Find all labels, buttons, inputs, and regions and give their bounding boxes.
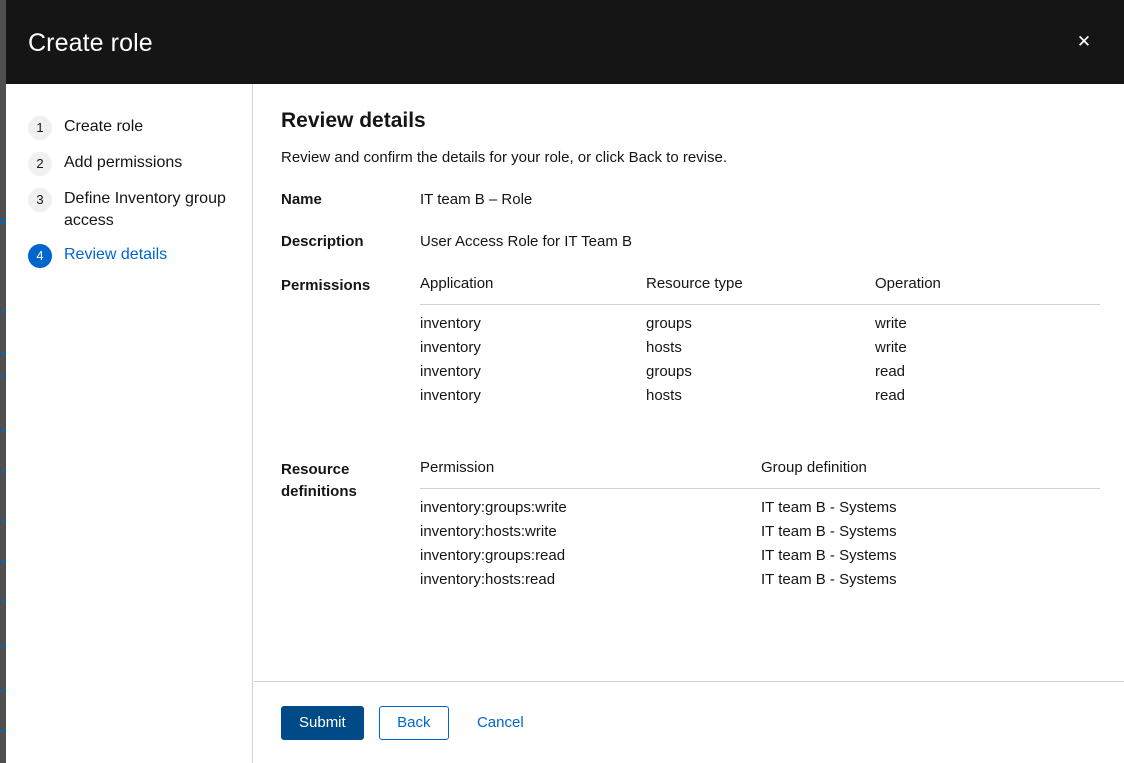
- resource-definitions-block: Resource definitions Permission Group def…: [281, 458, 1100, 592]
- permissions-table-cell: groups: [646, 315, 692, 332]
- permissions-table-column-header: Application: [420, 274, 646, 305]
- resource-definitions-table-cell: IT team B - Systems: [761, 523, 897, 540]
- permissions-table-cell: hosts: [646, 387, 682, 404]
- resource-definitions-table-cell: inventory:hosts:read: [420, 571, 556, 588]
- permissions-table-row: inventory hosts write: [420, 336, 1100, 360]
- detail-value: IT team B – Role: [420, 191, 533, 208]
- detail-row: Name IT team B – Role: [281, 190, 1100, 210]
- wizard-main-content: Review details Review and confirm the de…: [254, 84, 1124, 681]
- resource-definitions-table-row: inventory:hosts:write IT team B - Systems: [420, 520, 1100, 544]
- resource-definitions-table-cell: inventory:hosts:write: [420, 523, 557, 540]
- wizard-header: Create role ✕: [6, 0, 1124, 84]
- resource-definitions-table-body: inventory:groups:write IT team B - System…: [420, 489, 1100, 593]
- permissions-table-column-header: Operation: [875, 274, 1100, 305]
- permissions-table-body: inventory groups write inventory hosts write i…: [420, 305, 1100, 409]
- permissions-table-cell: write: [875, 339, 907, 356]
- page-title: Review details: [281, 109, 426, 132]
- permissions-table-row: inventory groups read: [420, 360, 1100, 384]
- create-role-wizard-modal: Create role ✕ 1 Create role 2 Add permissio…: [6, 0, 1124, 763]
- permissions-table-column-header: Resource type: [646, 274, 875, 305]
- permissions-table-cell: inventory: [420, 363, 481, 380]
- resource-definitions-table-column-header: Permission: [420, 458, 761, 489]
- resource-definitions-table-cell: inventory:groups:write: [420, 499, 567, 516]
- resource-definitions-table-row: inventory:hosts:read IT team B - Systems: [420, 568, 1100, 592]
- permissions-table-cell: inventory: [420, 315, 481, 332]
- resource-definitions-table-row: inventory:groups:read IT team B - Systems: [420, 544, 1100, 568]
- permissions-table-header-row: Application Resource type Operation: [420, 274, 1100, 305]
- resource-definitions-table-cell: inventory:groups:read: [420, 547, 566, 564]
- cancel-button[interactable]: Cancel: [465, 707, 536, 739]
- permissions-label: Permissions: [281, 277, 371, 294]
- resource-definitions-table-header-row: Permission Group definition: [420, 458, 1100, 489]
- permissions-table: Application Resource type Operation invent…: [420, 274, 1100, 408]
- detail-label: Description: [281, 233, 364, 250]
- resource-definitions-table: Permission Group definition inventory:gro…: [420, 458, 1100, 592]
- detail-value: User Access Role for IT Team B: [420, 233, 633, 250]
- permissions-table-cell: read: [875, 387, 906, 404]
- permissions-block: Permissions Application Resource type Oper…: [281, 274, 1100, 408]
- wizard-step-number: 1: [28, 116, 52, 140]
- permissions-table-cell: groups: [646, 363, 692, 380]
- permissions-table-cell: write: [875, 315, 907, 332]
- wizard-step-number: 4: [28, 244, 52, 268]
- permissions-table-cell: inventory: [420, 339, 481, 356]
- wizard-step-number: 2: [28, 152, 52, 176]
- wizard-step-3[interactable]: 3 Define Inventory group access: [6, 182, 252, 238]
- wizard-step-4[interactable]: 4 Review details: [6, 238, 252, 274]
- close-icon[interactable]: ✕: [1068, 26, 1100, 58]
- wizard-body: 1 Create role 2 Add permissions 3 Define Inve…: [6, 84, 1124, 763]
- wizard-title: Create role: [28, 29, 153, 57]
- resource-definitions-table-cell: IT team B - Systems: [761, 499, 897, 516]
- permissions-table-cell: inventory: [420, 387, 481, 404]
- wizard-step-1[interactable]: 1 Create role: [6, 110, 252, 146]
- detail-label: Name: [281, 191, 322, 208]
- back-button[interactable]: Back: [379, 706, 449, 740]
- resource-definitions-table-row: inventory:groups:write IT team B - System…: [420, 489, 1100, 521]
- wizard-step-number: 3: [28, 188, 52, 212]
- permissions-table-row: inventory groups write: [420, 305, 1100, 337]
- wizard-step-2[interactable]: 2 Add permissions: [6, 146, 252, 182]
- resource-definitions-table-column-header: Group definition: [761, 458, 1100, 489]
- permissions-table-row: inventory hosts read: [420, 384, 1100, 408]
- permissions-table-cell: read: [875, 363, 906, 380]
- wizard-step-label: Review details: [64, 246, 168, 263]
- resource-definitions-label: Resource definitions: [281, 461, 357, 500]
- wizard-step-label: Define Inventory group access: [64, 190, 226, 229]
- wizard-step-nav: 1 Create role 2 Add permissions 3 Define Inve…: [6, 84, 253, 763]
- wizard-step-label: Add permissions: [64, 154, 183, 171]
- wizard-step-label: Create role: [64, 118, 144, 135]
- detail-list: Name IT team B – Role Description User Acce…: [281, 190, 1100, 252]
- resource-definitions-table-cell: IT team B - Systems: [761, 571, 897, 588]
- submit-button[interactable]: Submit: [281, 706, 364, 740]
- detail-row: Description User Access Role for IT Team …: [281, 232, 1100, 252]
- wizard-footer: Submit Back Cancel: [254, 681, 1124, 763]
- resource-definitions-table-cell: IT team B - Systems: [761, 547, 897, 564]
- page-subtitle: Review and confirm the details for your …: [281, 149, 728, 166]
- permissions-table-cell: hosts: [646, 339, 682, 356]
